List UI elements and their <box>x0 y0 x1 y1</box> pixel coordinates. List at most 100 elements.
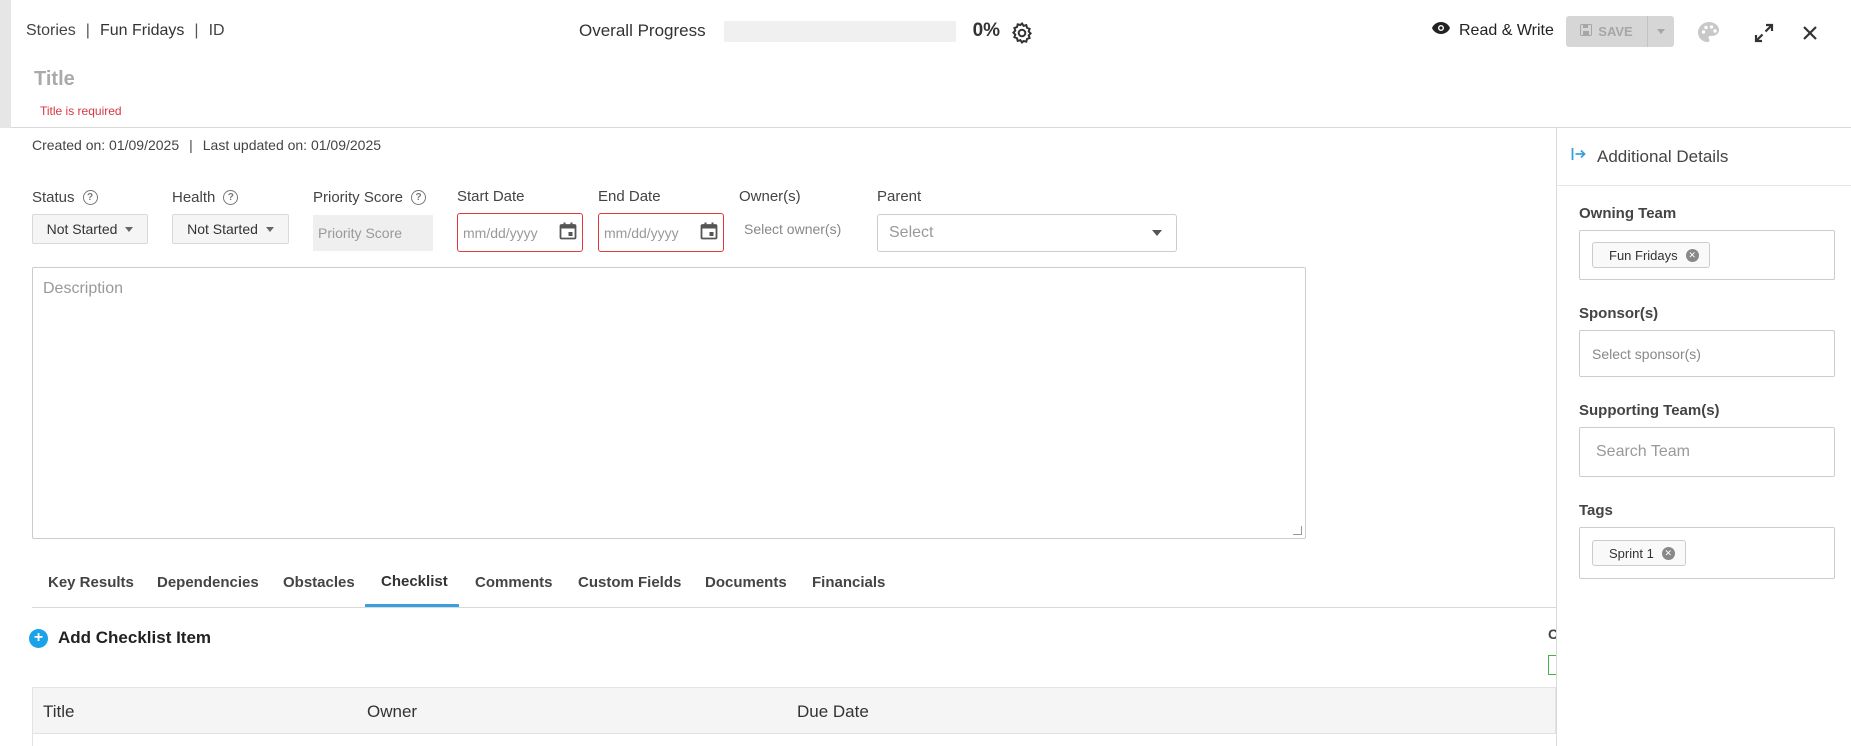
owning-team-label: Owning Team <box>1579 205 1677 222</box>
last-updated-on: Last updated on: 01/09/2025 <box>202 137 382 153</box>
breadcrumb-team[interactable]: Fun Fridays <box>100 22 184 40</box>
breadcrumb-id: ID <box>208 22 225 39</box>
breadcrumb-stories[interactable]: Stories <box>26 22 76 40</box>
title-error-message: Title is required <box>40 104 122 118</box>
column-owner[interactable]: Owner <box>367 702 417 722</box>
save-button[interactable]: SAVE <box>1566 16 1648 47</box>
health-value: Not Started <box>187 221 258 237</box>
help-icon[interactable]: ? <box>82 190 98 205</box>
owning-team-field[interactable]: Fun Fridays ✕ <box>1579 230 1835 280</box>
column-due-date[interactable]: Due Date <box>797 702 869 722</box>
start-date-input[interactable]: mm/dd/yyyy <box>457 213 583 252</box>
status-label-row: Status ? <box>32 189 98 206</box>
remove-chip-icon[interactable]: ✕ <box>1661 546 1675 560</box>
additional-details-panel: Additional Details Owning Team Fun Frida… <box>1556 128 1851 746</box>
priority-score-label: Priority Score <box>313 189 404 206</box>
checklist-table-header: Title Owner Due Date <box>32 687 1556 734</box>
editor-header: Stories | Fun Fridays | ID Overall Progr… <box>0 0 1851 128</box>
end-date-input[interactable]: mm/dd/yyyy <box>598 213 724 252</box>
owners-select[interactable]: Select owner(s) <box>744 221 841 237</box>
save-button-group: SAVE <box>1566 16 1674 47</box>
tab-key-results[interactable]: Key Results <box>48 574 134 591</box>
description-textarea[interactable]: Description <box>32 267 1306 539</box>
sponsors-placeholder: Select sponsor(s) <box>1592 345 1701 362</box>
supporting-teams-placeholder: Search Team <box>1596 443 1690 460</box>
status-value: Not Started <box>46 221 118 237</box>
created-updated-meta: Created on: 01/09/2025 | Last updated on… <box>32 137 381 153</box>
progress-label: Overall Progress <box>579 21 706 40</box>
close-icon[interactable] <box>1797 20 1823 46</box>
gear-icon[interactable] <box>1010 21 1034 45</box>
chevron-down-icon <box>125 226 134 232</box>
palette-icon[interactable] <box>1696 20 1722 46</box>
eye-icon <box>1431 21 1451 40</box>
progress-bar <box>723 20 956 42</box>
chevron-down-icon <box>1657 29 1665 34</box>
breadcrumb: Stories | Fun Fridays | ID <box>26 22 225 40</box>
parent-placeholder: Select <box>889 224 934 241</box>
tab-dependencies[interactable]: Dependencies <box>157 574 259 591</box>
read-write-label: Read & Write <box>1459 21 1554 39</box>
health-label: Health <box>172 189 216 206</box>
remove-chip-icon[interactable]: ✕ <box>1685 248 1699 262</box>
priority-score-input[interactable]: Priority Score <box>313 215 433 251</box>
tab-documents[interactable]: Documents <box>705 574 787 591</box>
health-dropdown[interactable]: Not Started <box>172 214 289 244</box>
chip-label: Sprint 1 <box>1609 545 1654 561</box>
plus-circle-icon: + <box>29 628 48 648</box>
expand-icon[interactable] <box>1751 20 1777 46</box>
tags-field[interactable]: Sprint 1 ✕ <box>1579 527 1835 579</box>
left-accent-bar <box>0 0 11 128</box>
chip-label: Fun Fridays <box>1609 247 1678 263</box>
tab-checklist[interactable]: Checklist <box>381 573 448 590</box>
status-label: Status <box>32 189 75 206</box>
resize-handle[interactable] <box>1293 526 1302 535</box>
sponsors-select[interactable]: Select sponsor(s) <box>1579 330 1835 377</box>
help-icon[interactable]: ? <box>411 190 427 205</box>
tab-financials[interactable]: Financials <box>812 574 885 591</box>
floppy-disk-icon <box>1580 24 1593 39</box>
add-checklist-item-label: Add Checklist Item <box>58 628 212 647</box>
overall-progress: Overall Progress 0% <box>579 20 1000 42</box>
meta-separator: | <box>189 137 193 153</box>
end-date-label: End Date <box>598 188 661 205</box>
tab-comments[interactable]: Comments <box>475 574 553 591</box>
owning-team-chip: Fun Fridays ✕ <box>1592 242 1710 268</box>
parent-label: Parent <box>877 188 922 205</box>
save-label: SAVE <box>1598 24 1633 39</box>
table-row <box>32 734 1556 746</box>
chevron-down-icon <box>265 226 274 232</box>
help-icon[interactable]: ? <box>223 190 239 205</box>
supporting-teams-label: Supporting Team(s) <box>1579 402 1720 419</box>
breadcrumb-separator: | <box>194 22 199 39</box>
add-checklist-item-button[interactable]: + Add Checklist Item <box>29 628 211 648</box>
save-options-dropdown[interactable] <box>1648 16 1674 47</box>
priority-label-row: Priority Score ? <box>313 189 427 206</box>
tab-custom-fields[interactable]: Custom Fields <box>578 574 681 591</box>
panel-header: Additional Details <box>1557 128 1851 186</box>
column-title[interactable]: Title <box>43 702 75 722</box>
description-placeholder: Description <box>43 280 124 297</box>
title-input[interactable]: Title <box>34 68 75 91</box>
status-dropdown[interactable]: Not Started <box>32 214 148 244</box>
created-on: Created on: 01/09/2025 <box>32 137 180 153</box>
tag-chip: Sprint 1 ✕ <box>1592 540 1686 566</box>
chevron-down-icon <box>1152 230 1162 236</box>
tab-obstacles[interactable]: Obstacles <box>283 574 355 591</box>
collapse-panel-icon[interactable] <box>1571 147 1587 166</box>
health-label-row: Health ? <box>172 189 239 206</box>
story-editor: Stories | Fun Fridays | ID Overall Progr… <box>0 0 1851 746</box>
progress-percent: 0% <box>972 20 1001 41</box>
tags-label: Tags <box>1579 502 1613 519</box>
calendar-icon[interactable] <box>700 222 718 243</box>
sponsors-label: Sponsor(s) <box>1579 305 1659 322</box>
read-write-toggle[interactable]: Read & Write <box>1431 21 1554 40</box>
end-date-placeholder: mm/dd/yyyy <box>604 224 679 241</box>
active-tab-indicator <box>365 604 459 607</box>
calendar-icon[interactable] <box>559 222 577 243</box>
owners-label: Owner(s) <box>739 188 801 205</box>
start-date-placeholder: mm/dd/yyyy <box>463 224 538 241</box>
parent-select[interactable]: Select <box>877 214 1177 252</box>
breadcrumb-separator: | <box>85 22 90 39</box>
supporting-teams-search[interactable]: Search Team <box>1579 427 1835 477</box>
